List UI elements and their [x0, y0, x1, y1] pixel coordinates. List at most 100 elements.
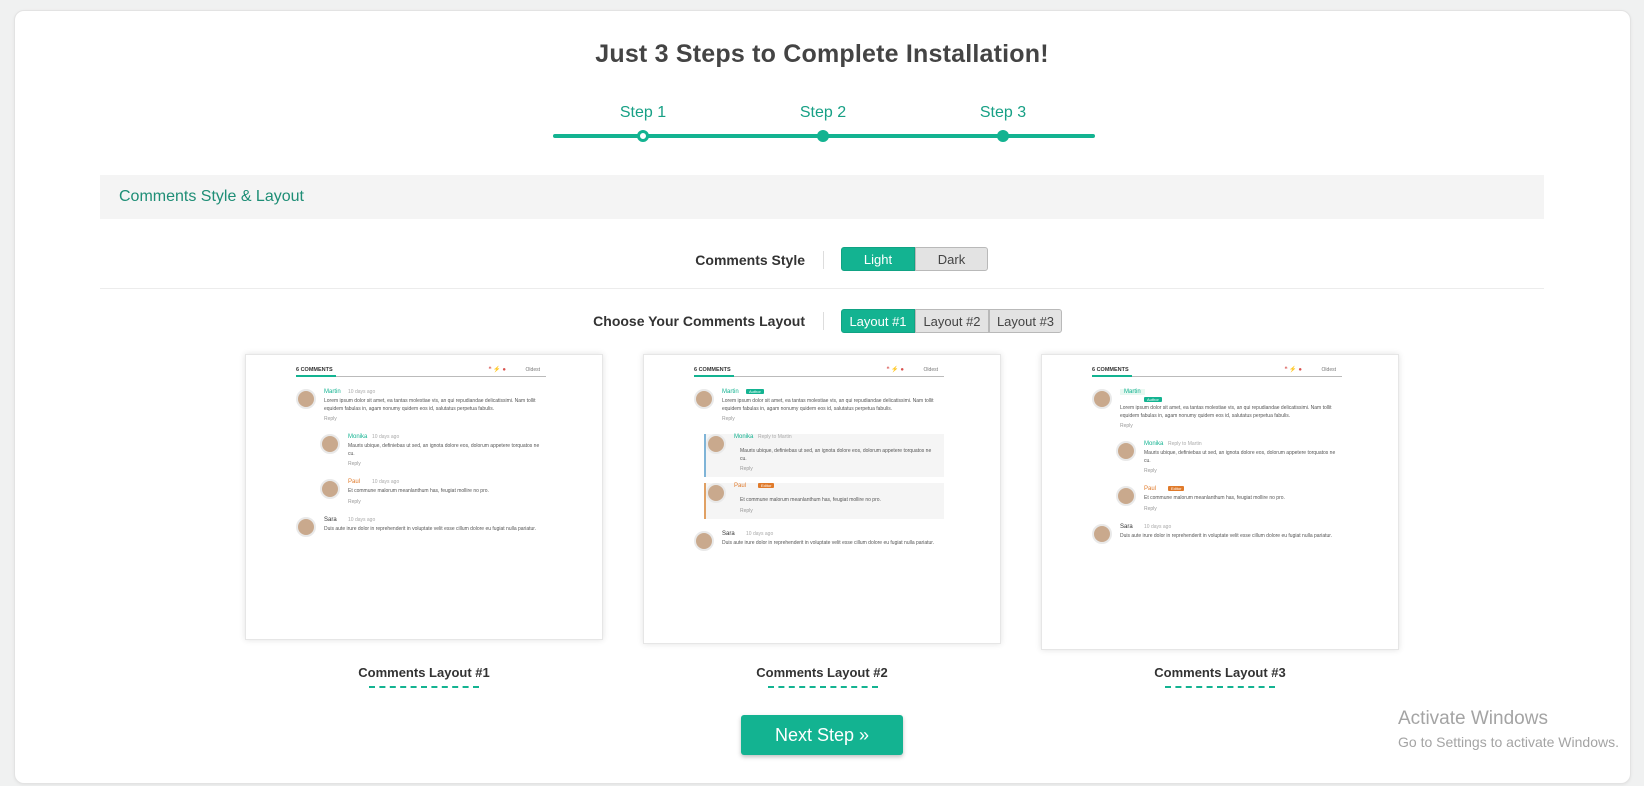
avatar [296, 516, 316, 537]
mini-author: Paul [734, 483, 747, 489]
mini-sort: Oldest [525, 367, 540, 373]
layout-2-caption-underline [768, 686, 878, 688]
comments-style-label: Comments Style [695, 252, 805, 268]
style-dark-button[interactable]: Dark [915, 247, 988, 271]
mini-header: 6 COMMENTS ❝ ⚡ ● Oldest [296, 365, 546, 377]
step-progress: Step 1 Step 2 Step 3 [553, 100, 1095, 146]
mini-count: 6 COMMENTS [296, 367, 333, 373]
layout-3-caption-underline [1165, 686, 1275, 688]
comments-layout-label: Choose Your Comments Layout [593, 313, 805, 329]
mini-tab-underline [1092, 375, 1132, 377]
avatar [1116, 441, 1136, 461]
mini-reply: Reply [348, 498, 361, 505]
mini-reply: Reply [740, 507, 753, 514]
layout-1-caption: Comments Layout #1 [358, 665, 490, 680]
mini-comment: Monika Reply to Martin Mauris ubique, de… [1116, 441, 1342, 474]
mini-reply-to: Reply to Martin [758, 434, 792, 440]
mini-time: 10 days ago [372, 434, 400, 440]
comments-style-toggle: Light Dark [841, 247, 988, 271]
mini-tab-underline [296, 375, 336, 377]
mini-author: Sara [324, 516, 337, 523]
avatar [694, 530, 714, 551]
layout-2-button[interactable]: Layout #2 [915, 309, 989, 333]
mini-icons: ❝ ⚡ ● [1284, 367, 1302, 373]
step-2-label[interactable]: Step 2 [800, 104, 846, 122]
mini-reply: Reply [348, 461, 361, 467]
mini-comment: Monika 10 days ago Mauris ubique, defini… [320, 434, 546, 467]
mini-header: 6 COMMENTS ❝ ⚡ ● Oldest [1092, 365, 1342, 377]
step-1-dot[interactable] [637, 130, 649, 142]
mini-count: 6 COMMENTS [1092, 367, 1129, 373]
divider [100, 288, 1544, 289]
mini-reply: Reply [1120, 423, 1133, 429]
mini-comment: Paul 10 days ago Et commune malorum mean… [320, 479, 546, 505]
windows-activation-watermark: Activate Windows Go to Settings to activ… [1398, 708, 1619, 750]
mini-icons: ❝ ⚡ ● [488, 367, 506, 373]
mini-text: Mauris ubique, definiebas ut sed, an ign… [740, 448, 932, 462]
section-header: Comments Style & Layout [100, 175, 1544, 219]
mini-comments: 6 COMMENTS ❝ ⚡ ● Oldest Martin Author Lo… [1092, 365, 1342, 544]
mini-badge: Editor [1168, 486, 1185, 491]
mini-author: Paul [348, 479, 361, 485]
step-3-label[interactable]: Step 3 [980, 104, 1026, 122]
style-light-button[interactable]: Light [841, 247, 915, 271]
mini-time: 10 days ago [746, 530, 774, 537]
layout-3-caption: Comments Layout #3 [1154, 665, 1286, 680]
divider [823, 251, 824, 269]
next-step-button[interactable]: Next Step » [741, 715, 903, 755]
avatar [1092, 389, 1112, 409]
mini-reply-to: Reply to Martin [1168, 441, 1202, 447]
step-1-label[interactable]: Step 1 [620, 104, 666, 122]
section-title: Comments Style & Layout [119, 188, 304, 205]
avatar [320, 479, 340, 499]
mini-author: Martin [722, 389, 739, 395]
mini-time: 10 days ago [1144, 523, 1172, 530]
mini-text: Et commune malorum meanlanthum has, feug… [740, 497, 881, 503]
mini-time: 10 days ago [348, 389, 376, 395]
mini-badge: Author [1144, 397, 1162, 402]
mini-sort: Oldest [1321, 367, 1336, 373]
mini-time: 10 days ago [372, 479, 400, 485]
comments-layout-toggle: Layout #1 Layout #2 Layout #3 [841, 309, 1062, 333]
mini-text: Lorem ipsum dolor sit amet, ea tantas mo… [1120, 405, 1332, 419]
step-3-dot[interactable] [997, 130, 1009, 142]
mini-comments: 6 COMMENTS ❝ ⚡ ● Oldest Martin 10 days a… [296, 365, 546, 537]
mini-reply: Reply [1144, 505, 1157, 512]
mini-comment: Martin Author Lorem ipsum dolor sit amet… [694, 389, 944, 422]
mini-time: 10 days ago [348, 516, 376, 523]
mini-comment: Sara 10 days ago Duis aute irure dolor i… [1092, 523, 1342, 544]
layout-1-preview[interactable]: 6 COMMENTS ❝ ⚡ ● Oldest Martin 10 days a… [245, 354, 603, 640]
mini-reply: Reply [722, 416, 735, 422]
avatar [1092, 523, 1112, 544]
mini-author: Martin [324, 389, 341, 395]
mini-comment: Paul Editor Et commune malorum meanlanth… [1116, 486, 1342, 512]
mini-comment: Monika Reply to Martin Mauris ubique, de… [704, 434, 944, 477]
step-2-dot[interactable] [817, 130, 829, 142]
avatar [296, 389, 316, 409]
mini-badge: Author [746, 389, 764, 394]
mini-author: Martin [1120, 389, 1145, 395]
avatar [706, 434, 726, 454]
mini-comment: Paul Editor Et commune malorum meanlanth… [704, 483, 944, 519]
layout-2-caption: Comments Layout #2 [756, 665, 888, 680]
mini-sort: Oldest [923, 367, 938, 373]
mini-author: Sara [1120, 523, 1133, 530]
mini-comment: Martin 10 days ago Lorem ipsum dolor sit… [296, 389, 546, 422]
mini-reply: Reply [324, 416, 337, 422]
layout-3-preview[interactable]: 6 COMMENTS ❝ ⚡ ● Oldest Martin Author Lo… [1041, 354, 1399, 650]
layout-3-button[interactable]: Layout #3 [989, 309, 1062, 333]
mini-author: Paul [1144, 486, 1157, 492]
mini-author: Monika [1144, 441, 1164, 447]
mini-count: 6 COMMENTS [694, 367, 731, 373]
layout-1-button[interactable]: Layout #1 [841, 309, 915, 333]
avatar [706, 483, 726, 503]
avatar [1116, 486, 1136, 506]
layout-2-preview[interactable]: 6 COMMENTS ❝ ⚡ ● Oldest Martin Author Lo… [643, 354, 1001, 644]
page-title: Just 3 Steps to Complete Installation! [595, 40, 1049, 68]
mini-author: Monika [348, 434, 368, 440]
mini-badge: Editor [758, 483, 775, 488]
avatar [694, 389, 714, 409]
mini-icons: ❝ ⚡ ● [886, 367, 904, 373]
mini-reply: Reply [1144, 468, 1157, 474]
divider [823, 312, 824, 330]
